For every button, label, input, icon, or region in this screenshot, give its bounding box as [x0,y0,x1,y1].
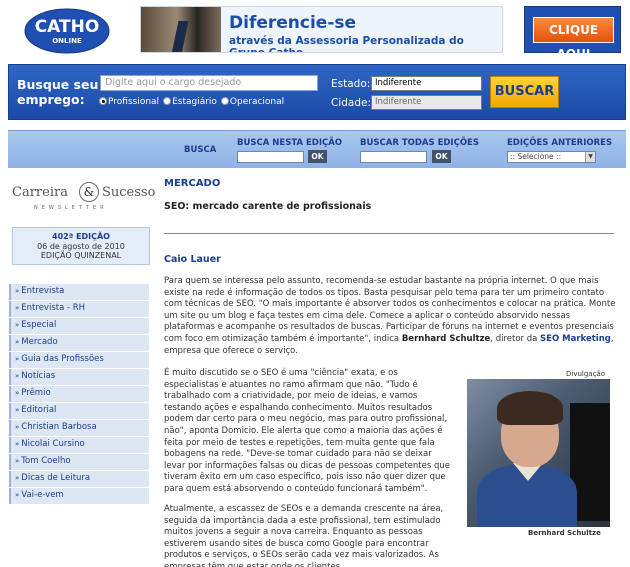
job-type-radios: Profissional Estagiário Operacional [99,97,284,107]
bullet-icon: » [15,491,20,499]
edition-info-box: 402ª EDIÇÃO 06 de agosto de 2010 EDIÇÃO … [12,227,150,265]
ampersand-icon: & [79,182,99,202]
edicoes-anteriores-select[interactable]: :: Selecione :: ▼ [507,151,596,163]
estado-select[interactable]: Indiferente [371,76,482,91]
clique-aqui-banner[interactable]: CLIQUE AQUI [524,6,621,61]
cidade-select[interactable]: Indiferente [371,95,482,110]
radio-operacional[interactable]: Operacional [220,97,284,107]
job-search-bar: Busque seu emprego: Digite aqui o cargo … [8,64,626,120]
quoted-name: Bernhard Schultze [401,333,491,344]
radio-profissional[interactable]: Profissional [99,97,159,107]
bullet-icon: » [15,321,20,329]
catho-logo[interactable]: CATHO ONLINE [24,8,110,54]
ad-banner[interactable]: Diferencie-se através da Assessoria Pers… [140,6,503,53]
sidebar-item-christian-barbosa[interactable]: » Christian Barbosa [9,420,149,436]
search-label: Busque seu emprego: [17,77,99,107]
sidebar-item-editorial[interactable]: » Editorial [9,403,149,419]
logo-text: CATHO [35,17,100,37]
bullet-icon: » [15,372,20,380]
bullet-icon: » [15,457,20,465]
radio-icon [163,97,172,105]
newsletter-logo: Carreira & Sucesso NEWSLETTER [12,182,155,214]
photo-credit: Divulgação [566,370,606,378]
sidebar-item-entrevista-rh[interactable]: » Entrevista - RH [9,301,149,317]
busca-nesta-label: BUSCA NESTA EDIÇÃO [237,138,343,148]
author-photo [467,379,610,527]
radio-icon [220,97,229,105]
sidebar-menu: » Entrevista » Entrevista - RH » Especial »… [9,284,149,505]
buscar-todas-label: BUSCAR TODAS EDIÇÕES [360,138,479,148]
banner-subline: através da Assessoria Personalizada do G… [229,35,464,53]
sidebar-item-tom-coelho[interactable]: » Tom Coelho [9,454,149,470]
bullet-icon: » [15,287,20,295]
banner-headline: Diferencie-se [229,13,357,33]
bullet-icon: » [15,338,20,346]
section-title: MERCADO [164,178,221,189]
cidade-label: Cidade: [331,97,372,109]
sidebar-item-premio[interactable]: » Prêmio [9,386,149,402]
edition-number: 402ª EDIÇÃO [52,232,110,241]
cargo-input[interactable]: Digite aqui o cargo desejado [100,75,318,91]
estado-label: Estado: [331,78,371,90]
article-paragraph-2: É muito discutido se o SEO é uma "ciênci… [164,368,450,494]
bullet-icon: » [15,406,20,414]
article-headline: SEO: mercado carente de profissionais [164,201,372,212]
photo-caption: Bernhard Schultze [528,529,601,537]
bullet-icon: » [15,355,20,363]
edition-search-bar: BUSCA BUSCA NESTA EDIÇÃO OK BUSCAR TODAS… [8,130,626,168]
edition-type: EDIÇÃO QUINZENAL [40,251,122,260]
radio-icon [99,97,107,105]
busca-nesta-input[interactable] [237,151,304,163]
logo-sub: ONLINE [52,37,82,45]
busca-label: BUSCA [184,145,217,155]
bullet-icon: » [15,440,20,448]
edicoes-anteriores-label: EDIÇÕES ANTERIORES [507,138,613,148]
radio-estagiario[interactable]: Estagiário [163,97,217,107]
clique-aqui-button[interactable]: CLIQUE AQUI [533,17,614,61]
sidebar-item-especial[interactable]: » Especial [9,318,149,334]
banner-photo [141,7,221,52]
sidebar-item-mercado[interactable]: » Mercado [9,335,149,351]
sidebar-item-vai-e-vem[interactable]: » Vai-e-vem [9,488,149,504]
bullet-icon: » [15,474,20,482]
chevron-down-icon: ▼ [585,152,595,162]
seo-marketing-link[interactable]: SEO Marketing [540,334,611,344]
article-paragraph-3: Atualmente, a escassez de SEOs e a deman… [164,504,444,567]
sidebar-item-guia[interactable]: » Guia das Profissões [9,352,149,368]
busca-nesta-ok-button[interactable]: OK [308,150,327,163]
bullet-icon: » [15,423,20,431]
buscar-todas-ok-button[interactable]: OK [432,150,451,163]
buscar-todas-input[interactable] [360,151,427,163]
article-author: Caio Lauer [164,254,221,265]
edition-date: 06 de agosto de 2010 [37,241,125,251]
sidebar-item-noticias[interactable]: » Notícias [9,369,149,385]
bullet-icon: » [15,389,20,397]
sidebar-item-entrevista[interactable]: » Entrevista [9,284,149,300]
buscar-button[interactable]: BUSCAR [490,76,559,108]
article-paragraph-1: Para quem se interessa pelo assunto, rec… [164,276,616,356]
sidebar-item-dicas-leitura[interactable]: » Dicas de Leitura [9,471,149,487]
bullet-icon: » [15,304,20,312]
divider [164,233,614,234]
sidebar-item-nicolai-cursino[interactable]: » Nicolai Cursino [9,437,149,453]
